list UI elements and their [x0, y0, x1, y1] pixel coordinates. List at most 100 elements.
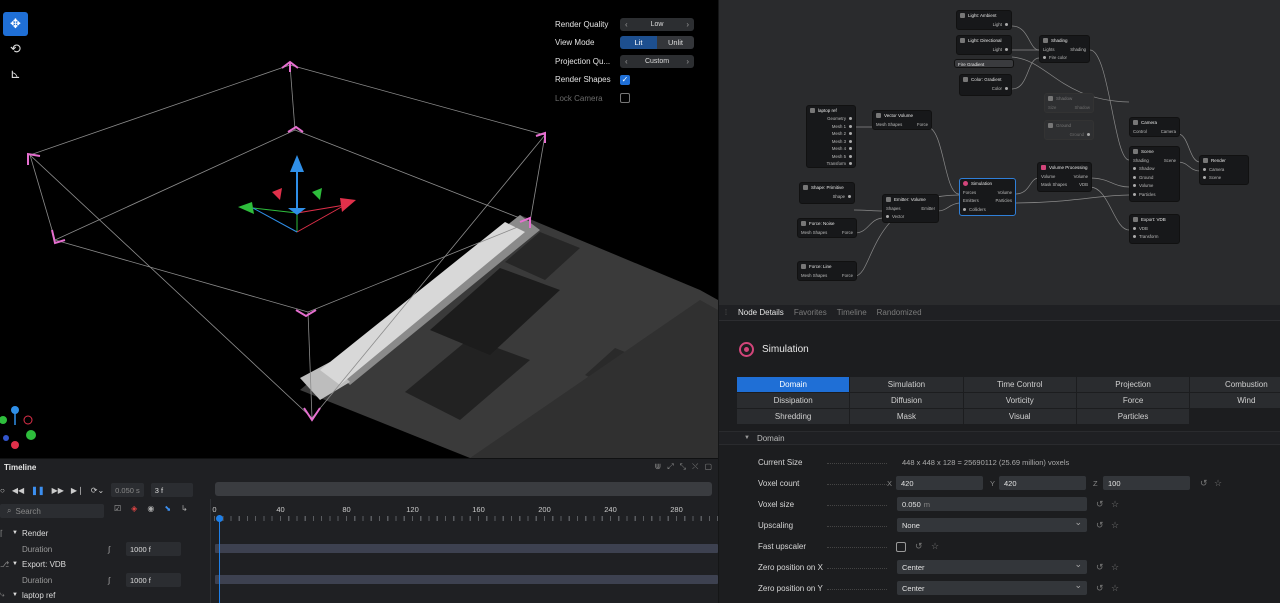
node-port[interactable]: Geometry — [807, 115, 855, 123]
chevron-left-icon[interactable]: ‹ — [625, 20, 628, 29]
record-icon[interactable]: ○ — [0, 486, 5, 495]
category-particles[interactable]: Particles — [1076, 409, 1190, 424]
node-camera[interactable]: Camera Control Camera — [1129, 117, 1180, 137]
chevron-left-icon[interactable]: ‹ — [625, 57, 628, 66]
node-port[interactable]: Mesh Shapes Force — [798, 271, 856, 280]
key-diamond-icon[interactable]: ◈ — [131, 504, 137, 513]
reset-icon[interactable]: ↺ — [915, 541, 923, 552]
record-filter-icon[interactable]: ◉ — [147, 504, 154, 513]
drag-handle-icon[interactable]: ⁞ — [719, 308, 733, 317]
node-simulation[interactable]: Simulation Forces Volume Emitters Particle… — [959, 178, 1016, 216]
node-port[interactable]: Volume — [1130, 182, 1179, 191]
category-projection[interactable]: Projection — [1076, 377, 1190, 392]
category-force[interactable]: Force — [1076, 393, 1190, 408]
collapse-icon[interactable]: ⤬ — [692, 462, 698, 472]
caret-down-icon[interactable]: ▼ — [12, 530, 22, 536]
fast-upscaler-checkbox[interactable] — [896, 542, 906, 552]
projection-stepper[interactable]: ‹ Custom › — [620, 54, 694, 68]
curve-icon[interactable]: ∫ — [108, 545, 126, 554]
node-force-line[interactable]: Force: Line Mesh Shapes Force — [797, 261, 857, 281]
track-bar[interactable] — [215, 575, 718, 584]
section-header-domain[interactable]: ▼ Domain — [719, 431, 1280, 445]
node-port[interactable]: Scene — [1200, 174, 1248, 183]
node-port[interactable]: Mesh Shapes Force — [798, 228, 856, 237]
node-volume-processing[interactable]: Volume Processing Volume Volume Mask Shap… — [1037, 162, 1092, 192]
category-shredding[interactable]: Shredding — [737, 409, 850, 424]
star-icon[interactable]: ☆ — [1111, 520, 1119, 531]
category-visual[interactable]: Visual — [963, 409, 1076, 424]
node-port[interactable]: Colliders — [960, 205, 1015, 214]
axes-icon[interactable]: ⊾ — [3, 62, 28, 86]
node-port[interactable]: Mesh 5 — [807, 153, 855, 161]
node-scene[interactable]: Scene Shading Scene Shadow Ground Volume … — [1129, 146, 1180, 202]
node-shadow[interactable]: Shadow Size Shadow — [1044, 93, 1094, 113]
move-icon[interactable]: ✥ — [3, 12, 28, 36]
maximize-icon[interactable]: ▢ — [704, 462, 712, 472]
node-laptop-ref[interactable]: laptop ref Geometry Mesh 1 Mesh 2 Mesh 3… — [806, 105, 856, 168]
skip-end-icon[interactable]: ▶❘ — [71, 486, 84, 495]
category-dissipation[interactable]: Dissipation — [737, 393, 850, 408]
node-port[interactable]: Lights Shading — [1040, 45, 1089, 54]
magnet-icon[interactable]: ⋓ — [655, 462, 662, 472]
zero-x-select[interactable]: Center — [897, 559, 1087, 574]
voxel-count-z-input[interactable]: 100 — [1103, 476, 1190, 490]
lock-camera-checkbox[interactable] — [620, 93, 630, 104]
track-laptop-ref[interactable]: ⤷ ▼ laptop ref — [0, 588, 55, 602]
category-time-control[interactable]: Time Control — [963, 377, 1076, 392]
track-export-duration[interactable]: Duration ∫ 1000 f — [0, 573, 181, 587]
axis-navigator[interactable] — [0, 406, 36, 449]
category-vorticity[interactable]: Vorticity — [963, 393, 1076, 408]
node-port[interactable]: Forces Volume — [960, 188, 1015, 197]
node-port[interactable]: Mesh 2 — [807, 130, 855, 138]
zoom-icon[interactable]: ⤢ — [667, 462, 673, 472]
chevron-right-icon[interactable]: › — [686, 20, 689, 29]
voxel-count-y-input[interactable]: 420 — [999, 476, 1086, 490]
node-port[interactable]: Ground — [1130, 173, 1179, 182]
step-forward-icon[interactable]: ▶▶ — [52, 486, 64, 495]
render-shapes-checkbox[interactable]: ✓ — [620, 74, 630, 85]
category-mask[interactable]: Mask — [850, 409, 963, 424]
track-divider[interactable] — [210, 499, 211, 603]
reset-icon[interactable]: ↺ — [1096, 520, 1104, 531]
node-port[interactable]: Shading Scene — [1130, 156, 1179, 165]
playhead-handle[interactable] — [216, 515, 223, 522]
node-port[interactable]: Shape — [800, 192, 854, 201]
node-port[interactable]: Size Shadow — [1045, 103, 1093, 112]
duration-field[interactable]: 1000 f — [126, 573, 181, 587]
node-port[interactable]: Shapes Emitter — [883, 204, 938, 213]
node-port[interactable]: Transform — [807, 160, 855, 167]
node-color-gradient[interactable]: Color: Gradient Color — [959, 74, 1012, 96]
tab-node-details[interactable]: Node Details — [733, 308, 789, 317]
star-icon[interactable]: ☆ — [1111, 499, 1119, 510]
arrow-filter-icon[interactable]: ↳ — [181, 504, 188, 513]
node-port[interactable]: Transform — [1130, 233, 1179, 242]
node-fire-gradient[interactable]: Fire Gradient — [954, 59, 1014, 68]
star-icon[interactable]: ☆ — [1111, 562, 1119, 573]
3d-viewport[interactable]: ✥ ⟲ ⊾ Render Quality ‹ Low › View Mode L… — [0, 0, 718, 458]
node-ground[interactable]: Ground Ground — [1044, 120, 1094, 140]
node-port[interactable]: Light — [957, 45, 1011, 54]
node-port[interactable]: Camera — [1200, 165, 1248, 174]
node-port[interactable]: Mesh Shapes Force — [873, 120, 931, 129]
node-port[interactable]: Light — [957, 20, 1011, 29]
node-light-ambient[interactable]: Light: Ambient Light — [956, 10, 1012, 30]
category-diffusion[interactable]: Diffusion — [850, 393, 963, 408]
voxel-size-input[interactable]: 0.050 m — [897, 497, 1087, 511]
track-search-input[interactable]: ⌕ Search — [0, 504, 104, 518]
orbit-icon[interactable]: ⟲ — [3, 37, 28, 61]
node-shading[interactable]: Shading Lights Shading Fire color — [1039, 35, 1090, 63]
node-port[interactable]: Particles — [1130, 190, 1179, 199]
duration-field[interactable]: 1000 f — [126, 542, 181, 556]
node-port[interactable]: Ground — [1045, 130, 1093, 139]
node-port[interactable]: Mesh 1 — [807, 123, 855, 131]
timeline-scrollbar[interactable] — [215, 482, 712, 496]
upscaling-select[interactable]: None — [897, 517, 1087, 532]
voxel-count-x-input[interactable]: 420 — [896, 476, 983, 490]
view-mode-lit-button[interactable]: Lit — [620, 36, 657, 50]
pause-icon[interactable]: ❚❚ — [31, 486, 44, 495]
node-port[interactable]: Mask Shapes VDB — [1038, 181, 1091, 190]
track-render[interactable]: ⌈ ▼ Render — [0, 526, 48, 540]
node-port[interactable]: Shadow — [1130, 165, 1179, 174]
reset-icon[interactable]: ↺ — [1200, 478, 1208, 489]
chevron-right-icon[interactable]: › — [686, 57, 689, 66]
